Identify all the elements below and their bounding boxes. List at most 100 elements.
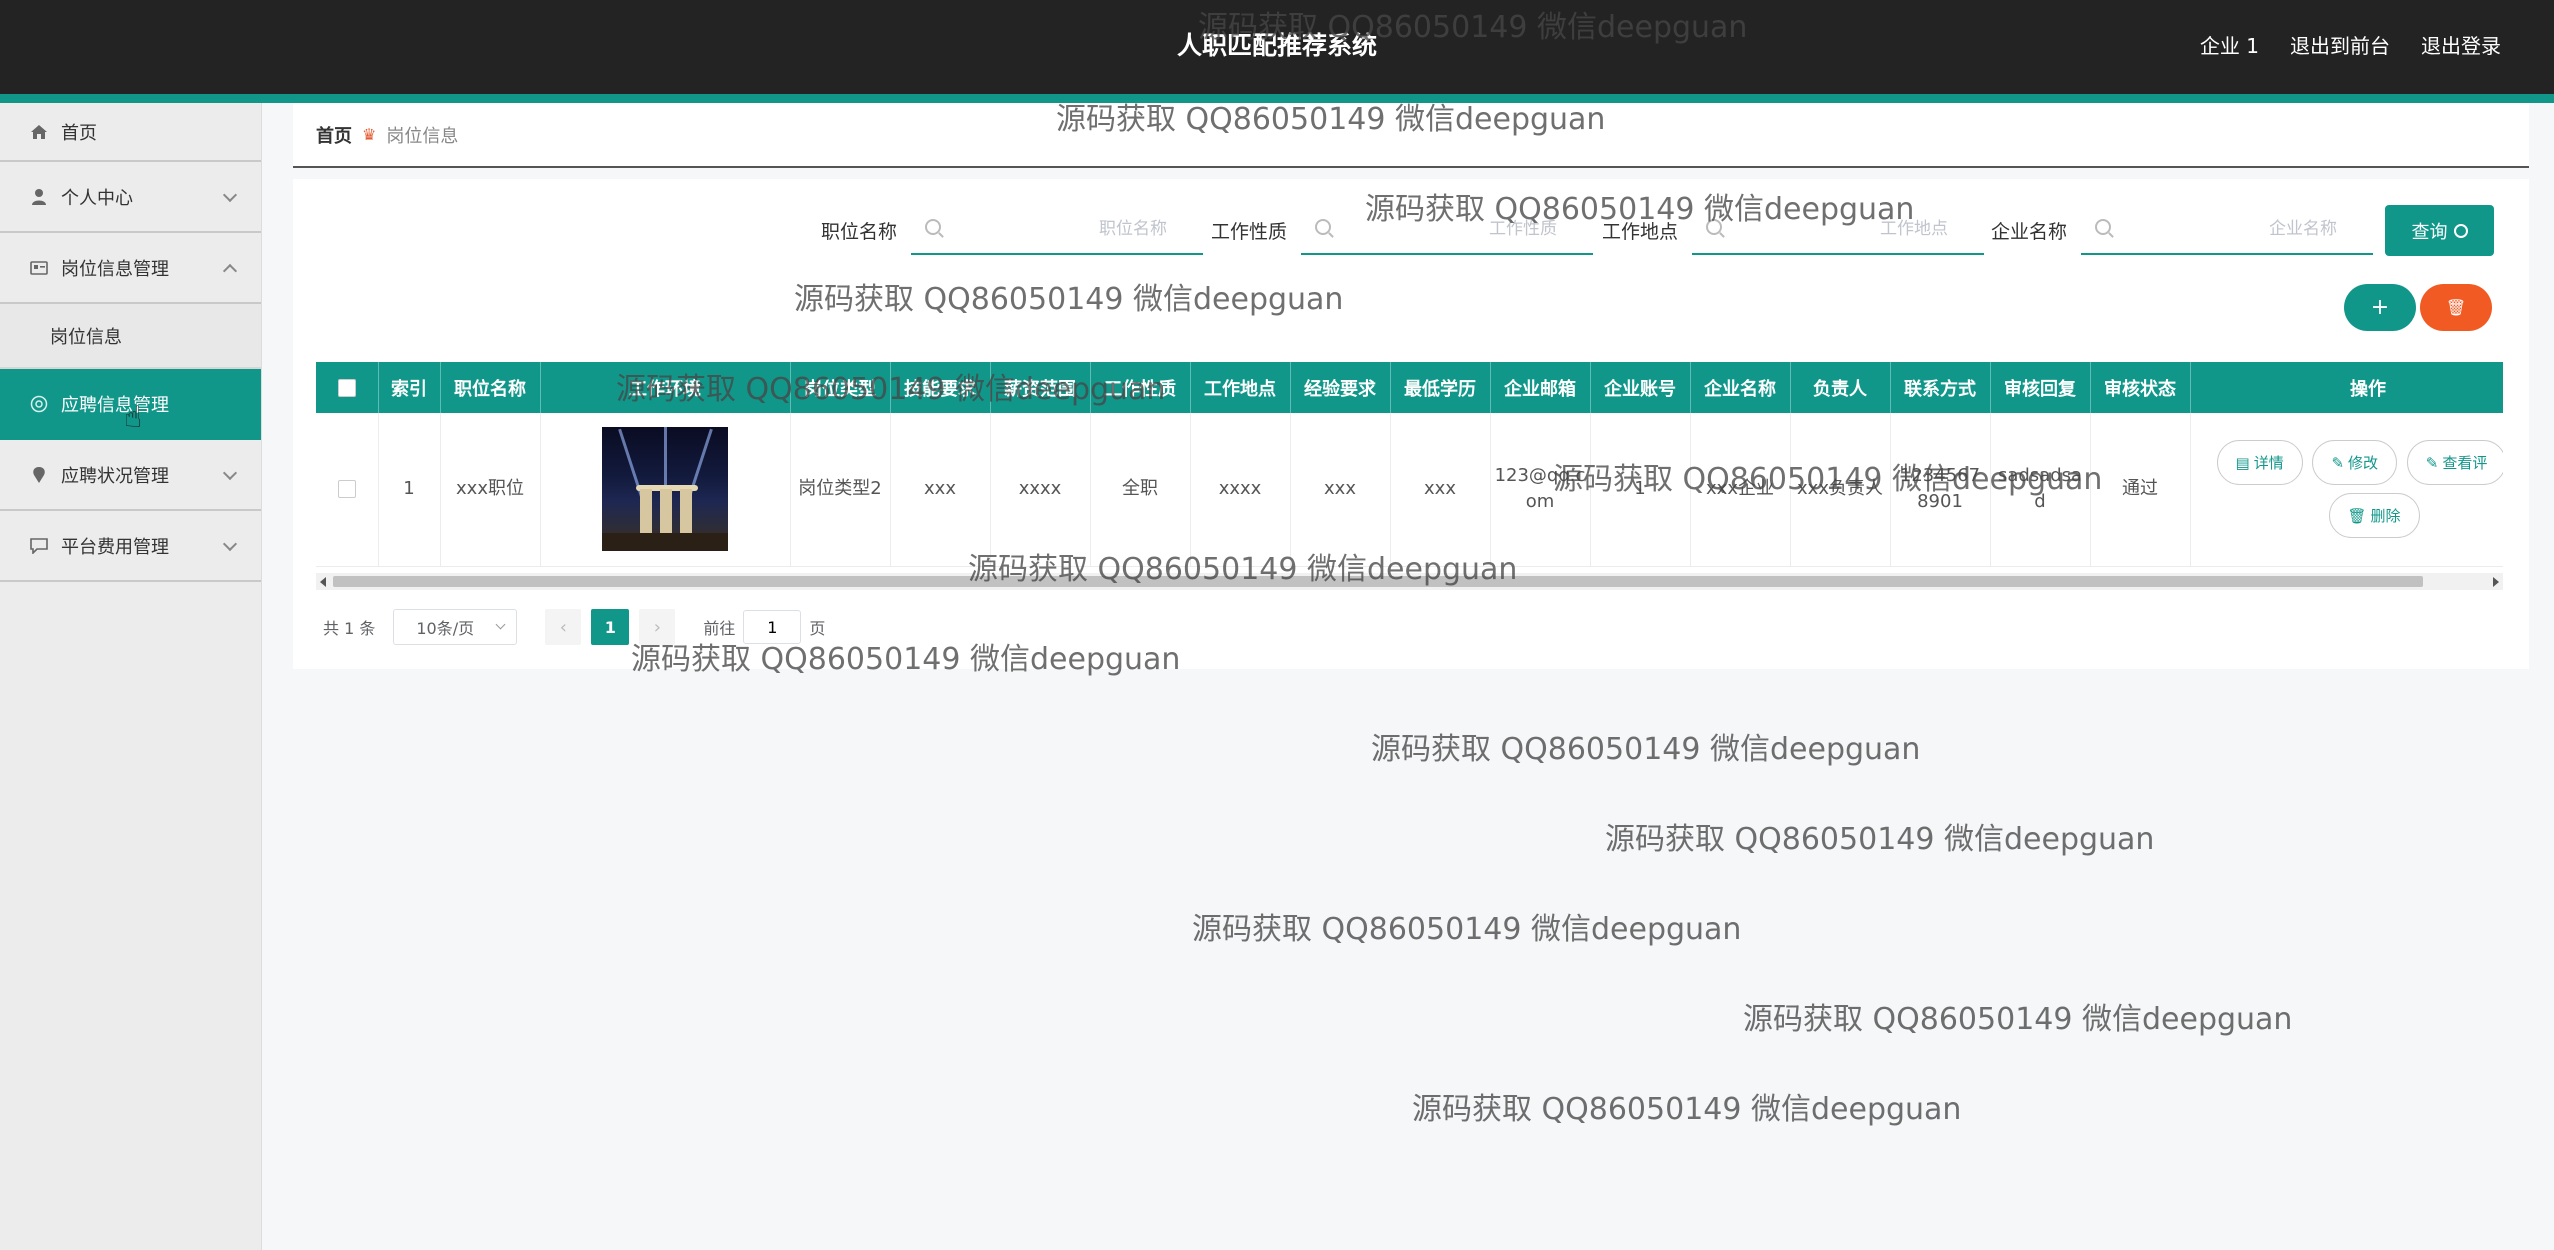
watermark-text: 源码获取 QQ86050149 微信deepguan [1605,822,2155,857]
goto-page-input[interactable] [743,610,802,644]
job-table: 索引 职位名称 工作环境 岗位类型 技能要求 薪资范围 工作性质 工作地点 经验… [316,362,2503,567]
sidebar-item-job-info-management[interactable]: 岗位信息管理 [0,233,261,304]
search-input-location-wrap [1692,205,1985,255]
app-title: 人职匹配推荐系统 [1176,31,1377,60]
search-icon [2095,219,2112,235]
cell-job-type: 岗位类型2 [790,413,891,567]
page-size-select[interactable]: 10条/页 [393,609,518,645]
image-detail [680,489,692,534]
logout-link[interactable]: 退出登录 [2421,30,2501,59]
view-review-button[interactable]: ✎ 查看评 [2406,440,2503,486]
back-to-frontend-link[interactable]: 退出到前台 [2290,30,2390,59]
breadcrumb-separator-icon: ♛ [362,125,377,144]
chevron-down-icon [222,536,238,551]
sidebar: 首页 个人中心 岗位信息管理 岗位信息 应聘信息管理 应聘状况管理 平台费用管理 [0,103,262,1250]
delete-button[interactable]: 🗑 删除 [2328,493,2420,539]
watermark-text: 源码获取 QQ86050149 微信deepguan [1192,912,1742,947]
search-input-job-nature[interactable] [1301,205,1594,253]
next-page-button[interactable]: › [639,609,676,645]
search-input-location[interactable] [1692,205,1985,253]
cell-location: xxxx [1190,413,1291,567]
pagination-total: 共 1 条 [323,619,376,638]
batch-delete-button[interactable]: 🗑 [2420,284,2492,331]
select-all-checkbox[interactable] [337,379,356,397]
scroll-right-icon[interactable] [2493,577,2499,587]
column-header: 操作 [2190,362,2503,413]
trash-icon: 🗑 [2347,506,2367,525]
query-button[interactable]: 查询 [2385,205,2494,256]
breadcrumb-current: 岗位信息 [386,125,459,147]
sidebar-item-personal-center[interactable]: 个人中心 [0,162,261,233]
sidebar-item-label: 首页 [61,122,97,144]
card-icon [29,259,49,277]
column-header: 最低学历 [1390,362,1491,413]
prev-page-button[interactable]: ‹ [545,609,582,645]
cell-job-name: xxx职位 [440,413,541,567]
column-header: 经验要求 [1290,362,1391,413]
company-account-link[interactable]: 企业 1 [2200,30,2259,59]
home-icon [29,123,49,141]
search-group-job-name: 职位名称 [821,205,1204,255]
sidebar-subitem-job-info[interactable]: 岗位信息 [0,304,261,369]
watermark-text: 源码获取 QQ86050149 微信deepguan [1371,732,1921,767]
table-row: 1 xxx职位 岗位类型2 xxx xxxx 全职 xxxx xxx xxx 1… [316,413,2503,567]
column-header: 审核回复 [1990,362,2091,413]
add-button[interactable]: + [2344,284,2416,331]
edit-button[interactable]: ✎ 修改 [2312,440,2398,486]
column-header: 企业账号 [1590,362,1691,413]
search-icon [1315,219,1332,235]
search-group-job-nature: 工作性质 [1211,205,1594,255]
row-select-cell[interactable] [316,413,379,567]
horizontal-scrollbar[interactable] [316,573,2503,590]
top-links: 企业 1 退出到前台 退出登录 [2200,30,2501,59]
search-group-location: 工作地点 [1602,205,1985,255]
view-review-label: 查看评 [2442,453,2488,472]
sidebar-item-home[interactable]: 首页 [0,103,261,162]
action-buttons: + 🗑 [2344,284,2492,331]
sidebar-item-label: 应聘状况管理 [61,465,169,487]
scroll-thumb[interactable] [333,576,2423,587]
work-environment-image[interactable] [602,427,728,552]
column-header: 企业名称 [1690,362,1791,413]
sidebar-item-label: 平台费用管理 [61,536,169,558]
column-header: 联系方式 [1890,362,1991,413]
search-input-job-name-wrap [911,205,1204,255]
search-label-job-name: 职位名称 [821,220,898,243]
scroll-left-icon[interactable] [320,577,326,587]
search-input-company-wrap [2081,205,2374,255]
sidebar-item-application-status[interactable]: 应聘状况管理 [0,440,261,511]
current-page-button[interactable]: 1 [591,609,630,645]
main-content: 职位名称 工作性质 工作地点 企业名称 [293,179,2529,669]
sidebar-item-platform-fee[interactable]: 平台费用管理 [0,511,261,582]
row-checkbox[interactable] [337,480,356,499]
watermark-text: 源码获取 QQ86050149 微信deepguan [1412,1092,1962,1127]
select-all-header[interactable] [316,362,379,413]
search-input-job-name[interactable] [911,205,1204,253]
sidebar-item-label: 个人中心 [61,187,133,209]
chevron-down-icon [222,465,238,480]
cell-nature: 全职 [1090,413,1191,567]
search-input-job-nature-wrap [1301,205,1594,255]
cell-reply: sadsadsad [1990,413,2091,567]
chevron-down-icon [495,619,506,630]
cell-status: 通过 [2090,413,2191,567]
goto-label: 前往 [703,619,736,638]
search-icon [1706,219,1723,235]
edit-label: 修改 [2348,453,2379,472]
watermark-text: 源码获取 QQ86050149 微信deepguan [1743,1002,2293,1037]
column-header: 技能要求 [890,362,991,413]
breadcrumb-home[interactable]: 首页 [316,122,352,148]
query-button-label: 查询 [2411,221,2448,243]
chat-icon [29,537,49,555]
column-header: 索引 [378,362,441,413]
breadcrumb: 首页 ♛ 岗位信息 [293,103,2529,168]
search-group-company: 企业名称 [1991,205,2374,255]
search-input-company[interactable] [2081,205,2374,253]
pin-icon [29,466,49,484]
cell-email: 123@qq.com [1490,413,1591,567]
cell-company: xxx企业 [1690,413,1791,567]
detail-button[interactable]: ▤ 详情 [2216,440,2303,486]
hand-cursor-icon: ☝ [124,400,143,435]
column-header: 审核状态 [2090,362,2191,413]
image-detail [640,489,652,534]
